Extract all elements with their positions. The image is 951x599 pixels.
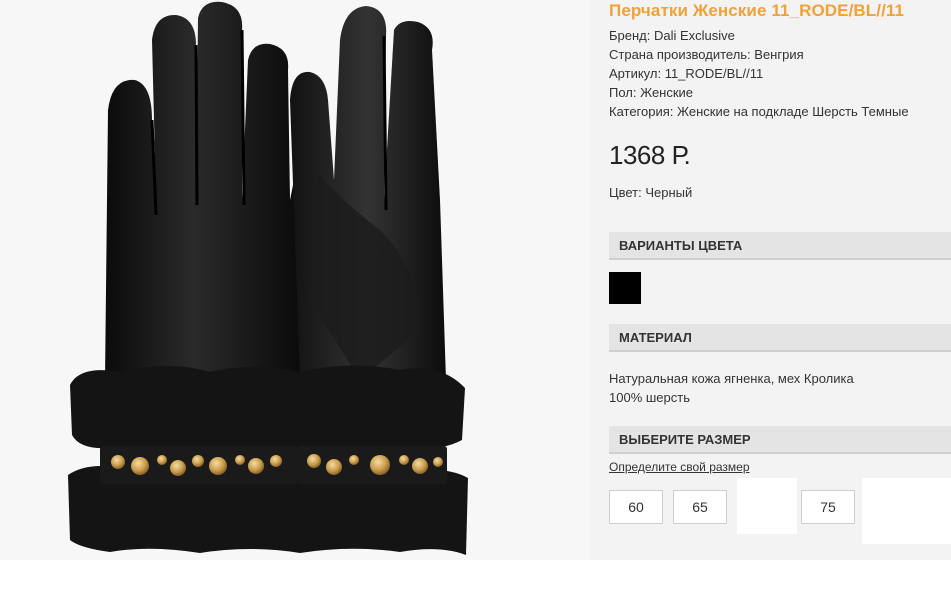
spec-country: Страна производитель: Венгрия bbox=[609, 47, 804, 62]
size-guide-link[interactable]: Определите свой размер bbox=[609, 460, 750, 474]
size-option-75[interactable]: 75 bbox=[801, 490, 855, 524]
product-info-panel: Перчатки Женские 11_RODE/BL//11 Бренд: D… bbox=[590, 0, 951, 560]
size-option-65[interactable]: 65 bbox=[673, 490, 727, 524]
material-header: МАТЕРИАЛ bbox=[609, 324, 951, 352]
color-swatch-black[interactable] bbox=[609, 272, 641, 304]
product-image[interactable] bbox=[0, 0, 590, 560]
color-variants-header: ВАРИАНТЫ ЦВЕТА bbox=[609, 232, 951, 260]
size-option-60[interactable]: 60 bbox=[609, 490, 663, 524]
size-placeholder bbox=[862, 478, 951, 544]
material-line: Натуральная кожа ягненка, мех Кролика bbox=[609, 371, 854, 386]
gloves-image-icon bbox=[68, 1, 468, 555]
product-price: 1368 Р. bbox=[609, 140, 691, 170]
size-header: ВЫБЕРИТЕ РАЗМЕР bbox=[609, 426, 951, 454]
product-title: Перчатки Женские 11_RODE/BL//11 bbox=[609, 1, 905, 20]
spec-article: Артикул: 11_RODE/BL//11 bbox=[609, 66, 764, 81]
size-placeholder bbox=[737, 478, 797, 534]
product-color: Цвет: Черный bbox=[609, 185, 693, 200]
product-specs: Бренд: Dali Exclusive Страна производите… bbox=[609, 26, 909, 121]
spec-category: Категория: Женские на подкладе Шерсть Те… bbox=[609, 104, 909, 119]
material-description: Натуральная кожа ягненка, мех Кролика 10… bbox=[609, 369, 854, 407]
spec-gender: Пол: Женские bbox=[609, 85, 694, 100]
material-line: 100% шерсть bbox=[609, 390, 690, 405]
spec-brand: Бренд: Dali Exclusive bbox=[609, 28, 735, 43]
